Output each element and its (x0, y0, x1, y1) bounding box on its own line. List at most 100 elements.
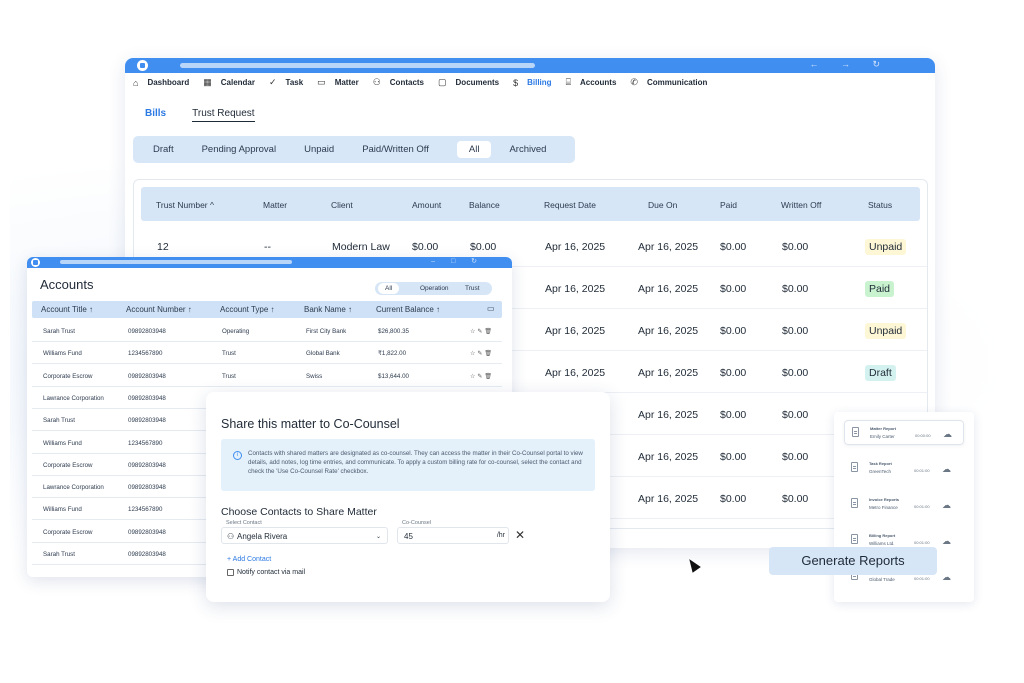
filter-pending-approval[interactable]: Pending Approval (202, 141, 286, 158)
nav-item-documents[interactable]: ▢ Documents (438, 77, 499, 88)
column-header[interactable]: Balance (469, 200, 500, 210)
nav-item-task[interactable]: ✓ Task (269, 77, 303, 88)
download-cloud-icon[interactable]: ☁ (943, 429, 952, 440)
accounts-cell: Lawrance Corporation (43, 394, 104, 402)
address-bar[interactable] (180, 63, 535, 68)
filter-all[interactable]: All (456, 141, 492, 158)
tab-trust-request[interactable]: Trust Request (192, 108, 255, 122)
accounts-cell: Trust (222, 372, 236, 380)
table-cell: Apr 16, 2025 (545, 367, 606, 379)
nav-item-accounts[interactable]: ⌸ Accounts (566, 77, 617, 88)
accounts-row[interactable]: Corporate Escrow 09892803948 Trust Swiss $13… (32, 365, 502, 387)
nav-item-billing[interactable]: $ Billing (513, 78, 551, 88)
table-cell: Apr 16, 2025 (638, 325, 699, 337)
accounts-row[interactable]: Sarah Trust 09892803948 Operating First Cit… (32, 320, 502, 342)
columns-icon[interactable]: ▭ (487, 304, 495, 313)
column-header[interactable]: Client (331, 200, 353, 210)
app-logo-icon (137, 60, 148, 71)
nav-item-matter[interactable]: ▭ Matter (317, 77, 359, 88)
table-cell: Apr 16, 2025 (638, 367, 699, 379)
accounts-cell: 1234567890 (128, 350, 163, 358)
column-header[interactable]: Status (868, 200, 892, 210)
contact-select[interactable]: ⚇ Angela Rivera ⌄ (221, 527, 388, 544)
accounts-row[interactable]: Williams Fund 1234567890 Trust Global Bank ₹… (32, 342, 502, 365)
nav-label: Billing (527, 78, 552, 87)
accounts-column-header[interactable]: Account Type ↑ (220, 305, 275, 314)
row-actions-icons[interactable]: ☆✎🗑 (470, 350, 494, 357)
row-actions-icons[interactable]: ☆✎🗑 (470, 373, 494, 380)
nav-item-dashboard[interactable]: ⌂ Dashboard (133, 78, 189, 88)
table-cell: Apr 16, 2025 (545, 241, 606, 253)
accounts-cell: 09892803948 (128, 394, 166, 402)
filter-draft[interactable]: Draft (153, 141, 184, 158)
table-cell: $0.00 (720, 325, 747, 337)
notify-checkbox-row[interactable]: Notify contact via mail (227, 569, 305, 576)
window-controls[interactable]: – □ ↻ (431, 257, 484, 265)
select-contact-label: Select Contact (226, 520, 262, 526)
accounts-cell: Sarah Trust (43, 328, 75, 335)
table-cell: $0.00 (782, 409, 809, 421)
modal-title: Share this matter to Co-Counsel (221, 417, 400, 431)
row-actions-icons[interactable]: ☆✎🗑 (470, 328, 494, 335)
accounts-cell: 09892803948 (128, 551, 166, 558)
rate-input[interactable]: 45 /hr (397, 527, 509, 544)
filter-unpaid[interactable]: Unpaid (304, 141, 344, 158)
column-header[interactable]: Matter (263, 200, 287, 210)
table-cell: $0.00 (412, 241, 439, 253)
app-logo-icon (31, 258, 40, 267)
download-cloud-icon[interactable]: ☁ (942, 536, 951, 547)
accounts-column-header[interactable]: Account Title ↑ (41, 305, 93, 314)
report-name: Task Report (869, 461, 892, 466)
accounts-cell: Swiss (306, 372, 323, 380)
report-item[interactable]: Matter Report Emily Carter 00:00:00 ☁ (844, 420, 964, 445)
download-cloud-icon[interactable]: ☁ (942, 464, 951, 475)
table-cell: Apr 16, 2025 (545, 283, 606, 295)
accounts-cell: ₹1,822.00 (378, 350, 407, 358)
column-header[interactable]: Due On (648, 200, 677, 210)
accounts-column-header[interactable]: Account Number ↑ (126, 305, 192, 314)
filter-archived[interactable]: Archived (509, 141, 556, 158)
segment-all[interactable]: All (378, 283, 400, 294)
folder-icon: ▢ (438, 77, 447, 87)
download-cloud-icon[interactable]: ☁ (942, 572, 951, 583)
segment-operation[interactable]: Operation (420, 285, 449, 292)
report-time: 00:01:00 (914, 504, 930, 509)
choose-contacts-heading: Choose Contacts to Share Matter (221, 506, 377, 518)
column-header[interactable]: Paid (720, 200, 737, 210)
remove-contact-icon[interactable]: ✕ (515, 528, 525, 542)
accounts-cell: Corporate Escrow (43, 461, 93, 469)
column-header[interactable]: Request Date (544, 200, 596, 210)
report-time: 00:01:00 (914, 468, 930, 473)
report-name: Billing Report (869, 533, 896, 538)
column-header[interactable]: Amount (412, 200, 441, 210)
notify-checkbox[interactable] (227, 569, 234, 576)
accounts-cell: $13,644.00 (378, 372, 409, 380)
accounts-column-header[interactable]: Bank Name ↑ (304, 305, 352, 314)
bank-icon: ⌸ (565, 77, 571, 87)
address-bar[interactable] (60, 260, 292, 264)
report-item[interactable]: Invoice Reports Metro Finance 00:01:00 ☁ (844, 492, 964, 517)
add-contact-link[interactable]: + Add Contact (227, 556, 271, 563)
segment-trust[interactable]: Trust (465, 285, 480, 292)
table-cell: -- (264, 241, 271, 253)
calendar-icon: ▦ (203, 77, 212, 87)
report-name: Matter Report (870, 426, 897, 431)
table-cell: $0.00 (782, 283, 809, 295)
accounts-cell: Corporate Escrow (43, 528, 93, 536)
nav-item-communication[interactable]: ✆ Communication (630, 77, 707, 88)
report-item[interactable]: Task Report GreenTech 00:01:00 ☁ (844, 456, 964, 481)
table-cell: Apr 16, 2025 (638, 409, 699, 421)
main-nav: ⌂ Dashboard ▦ Calendar ✓ Task ▭ Matter ⚇ Contacts… (125, 73, 935, 92)
tab-bills[interactable]: Bills (145, 108, 166, 122)
accounts-titlebar: – □ ↻ (27, 257, 512, 268)
column-header[interactable]: Trust Number ^ (156, 200, 214, 210)
account-type-segment: All Operation Trust (375, 282, 492, 295)
download-cloud-icon[interactable]: ☁ (942, 500, 951, 511)
column-header[interactable]: Written Off (781, 200, 821, 210)
accounts-column-header[interactable]: Current Balance ↑ (376, 305, 440, 314)
window-controls[interactable]: ← → ↻ (809, 59, 890, 70)
generate-reports-button[interactable]: Generate Reports (769, 547, 937, 575)
nav-item-calendar[interactable]: ▦ Calendar (203, 77, 255, 88)
nav-item-contacts[interactable]: ⚇ Contacts (373, 77, 424, 88)
filter-paid-written-off[interactable]: Paid/Written Off (362, 141, 439, 158)
